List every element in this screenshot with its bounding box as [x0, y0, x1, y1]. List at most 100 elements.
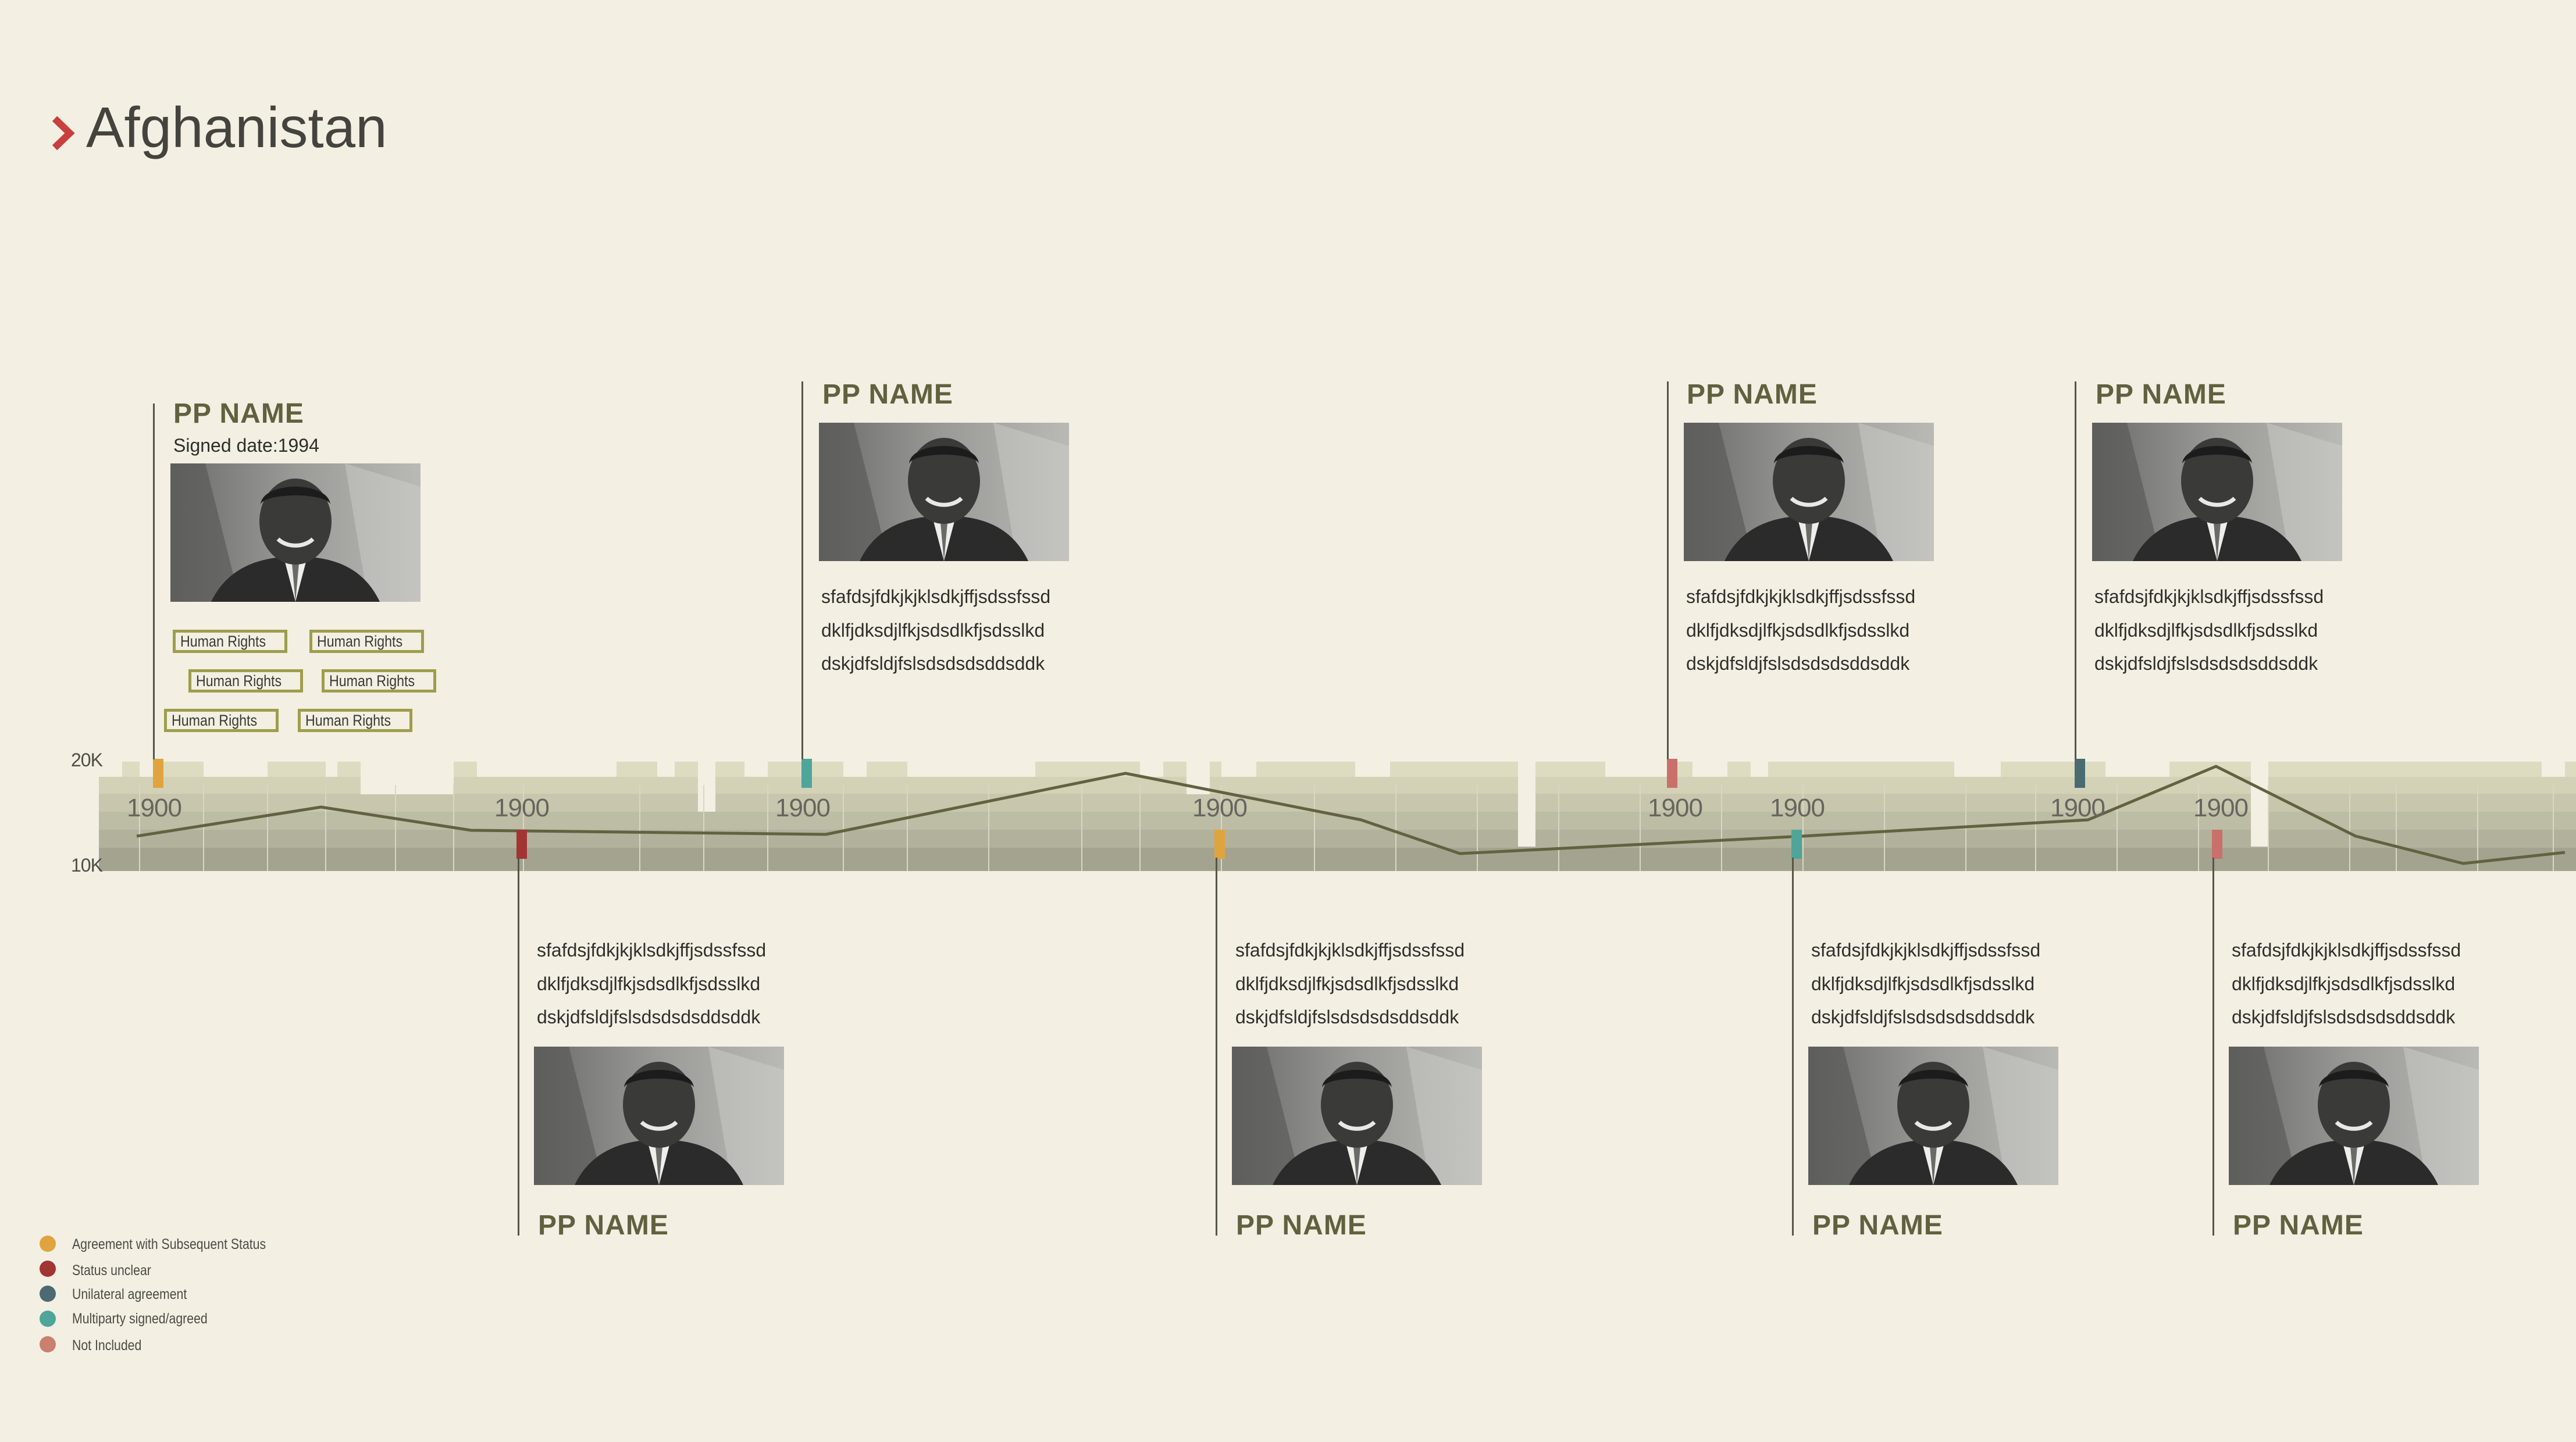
page-title: Afghanistan — [86, 95, 387, 159]
portrait-photo — [1684, 423, 1934, 561]
status-marker[interactable] — [1214, 830, 1225, 859]
portrait-photo — [1808, 1047, 2058, 1185]
year-label: 1900 — [2050, 794, 2105, 822]
legend-dot-unilateral — [40, 1286, 56, 1302]
description-line: dklfjdksdjlfkjsdsdlkfjsdsslkd — [2232, 973, 2456, 994]
description-line: dskjdfsldjfslsdsdsdsddsddk — [821, 653, 1045, 674]
pp-name: PP NAME — [173, 398, 304, 429]
pp-name[interactable]: PP NAME — [822, 381, 953, 409]
tag-human-rights[interactable]: Human Rights — [298, 709, 413, 732]
timeline-stem — [1792, 858, 1794, 1236]
band-notch — [326, 762, 337, 777]
description-line: sfafdsjfdkjkjklsdkjffjsdssfssd — [1686, 586, 1916, 607]
band-notch — [2105, 762, 2169, 777]
status-marker[interactable] — [801, 759, 812, 788]
year-label: 1900 — [775, 794, 831, 822]
band-notch — [2542, 762, 2565, 777]
band-notch — [99, 762, 122, 777]
portrait-photo — [2092, 423, 2342, 561]
description-line: dklfjdksdjlfkjsdsdlkfjsdsslkd — [1686, 620, 1910, 641]
legend-dot-agreement — [40, 1236, 56, 1252]
band-layer — [99, 777, 2576, 794]
portrait-photo — [1232, 1047, 1482, 1185]
chevron-right-icon — [52, 116, 75, 151]
tag-human-rights[interactable]: Human Rights — [164, 709, 279, 732]
band-notch — [843, 762, 867, 777]
description-line: dklfjdksdjlfkjsdsdlkfjsdsslkd — [821, 620, 1045, 641]
legend-label: Agreement with Subsequent Status — [72, 1236, 266, 1252]
description-line: sfafdsjfdkjkjklsdkjffjsdssfssd — [2094, 586, 2324, 607]
timeline-stem — [153, 404, 155, 759]
band-notch — [1954, 762, 2001, 777]
signed-date: Signed date:1994 — [173, 435, 319, 456]
description-line: sfafdsjfdkjkjklsdkjffjsdssfssd — [537, 940, 767, 961]
band-notch — [744, 762, 768, 777]
year-label: 1900 — [494, 794, 550, 822]
year-label: 1900 — [1770, 794, 1825, 822]
band-layer — [99, 848, 2576, 871]
portrait-photo — [2229, 1047, 2479, 1185]
status-marker[interactable] — [153, 759, 163, 788]
band-notch — [1605, 762, 1675, 777]
status-marker[interactable] — [2212, 830, 2222, 859]
band-notch — [204, 762, 268, 777]
description-line: sfafdsjfdkjkjklsdkjffjsdssfssd — [1235, 940, 1465, 961]
band-layer — [99, 830, 2576, 848]
legend-label: Not Included — [72, 1337, 142, 1354]
status-marker[interactable] — [1791, 830, 1802, 859]
pp-name[interactable]: PP NAME — [538, 1212, 669, 1240]
band-notch — [1751, 762, 1768, 777]
description-line: sfafdsjfdkjkjklsdkjffjsdssfssd — [2232, 940, 2461, 961]
timeline-stem — [1667, 381, 1669, 759]
axis-label-bottom: 10K — [71, 855, 103, 876]
legend-dot-multiparty — [40, 1311, 56, 1327]
status-marker[interactable] — [1667, 759, 1677, 788]
band-notch — [1140, 762, 1163, 777]
axis-label-top: 20K — [71, 749, 103, 770]
band-notch — [477, 762, 617, 777]
pp-name[interactable]: PP NAME — [1687, 381, 1818, 409]
pp-name[interactable]: PP NAME — [1812, 1212, 1943, 1240]
band-notch — [1693, 762, 1727, 777]
description-line: dskjdfsldjfslsdsdsdsddsddk — [1235, 1006, 1459, 1027]
top-card-1[interactable]: PP NAME — [173, 400, 304, 428]
tag-human-rights[interactable]: Human Rights — [173, 630, 288, 653]
tag-human-rights[interactable]: Human Rights — [188, 669, 304, 693]
band-notch — [361, 762, 454, 794]
legend-dot-status-unclear — [40, 1261, 56, 1277]
timeline-stem — [2075, 381, 2076, 759]
band-notch — [907, 762, 1035, 777]
tag-human-rights[interactable]: Human Rights — [322, 669, 437, 693]
pp-name[interactable]: PP NAME — [1236, 1212, 1367, 1240]
band-notch — [698, 762, 715, 812]
pp-name[interactable]: PP NAME — [2233, 1212, 2364, 1240]
legend-label: Multiparty signed/agreed — [72, 1311, 208, 1327]
timeline-band — [99, 762, 2576, 871]
pp-name[interactable]: PP NAME — [2096, 381, 2226, 409]
portrait-photo — [534, 1047, 784, 1185]
description-line: dklfjdksdjlfkjsdsdlkfjsdsslkd — [537, 973, 761, 994]
description-line: dskjdfsldjfslsdsdsdsddsddk — [2094, 653, 2318, 674]
timeline-stem — [2212, 858, 2214, 1236]
legend-label: Status unclear — [72, 1262, 151, 1279]
description-line: dklfjdksdjlfkjsdsdlkfjsdsslkd — [1235, 973, 1459, 994]
description-line: dskjdfsldjfslsdsdsdsddsddk — [537, 1006, 761, 1027]
portrait-photo — [819, 423, 1069, 561]
portrait-photo — [170, 463, 421, 602]
band-notch — [1221, 762, 1256, 777]
status-marker[interactable] — [2075, 759, 2085, 788]
description-line: dklfjdksdjlfkjsdsdlkfjsdsslkd — [2094, 620, 2318, 641]
description-line: dskjdfsldjfslsdsdsdsddsddk — [2232, 1006, 2456, 1027]
band-notch — [2251, 762, 2268, 847]
tag-human-rights[interactable]: Human Rights — [309, 630, 425, 653]
band-layer — [99, 762, 2576, 777]
description-line: dklfjdksdjlfkjsdsdlkfjsdsslkd — [1811, 973, 2035, 994]
description-line: sfafdsjfdkjkjklsdkjffjsdssfssd — [1811, 940, 2041, 961]
description-line: sfafdsjfdkjkjklsdkjffjsdssfssd — [821, 586, 1051, 607]
year-label: 1900 — [1648, 794, 1703, 822]
band-notch — [1518, 762, 1535, 847]
legend-label: Unilateral agreement — [72, 1286, 187, 1302]
band-notch — [1355, 762, 1390, 777]
status-marker[interactable] — [516, 830, 527, 859]
timeline-stem — [518, 858, 519, 1236]
